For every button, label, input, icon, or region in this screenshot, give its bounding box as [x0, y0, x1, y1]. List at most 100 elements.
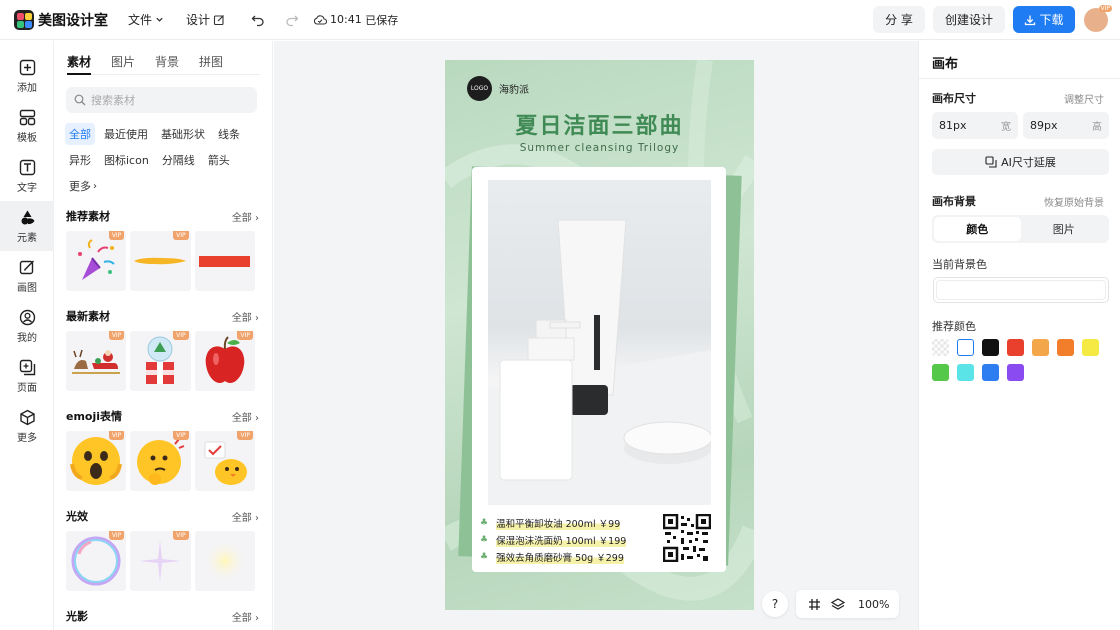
width-field[interactable]: 81px 宽 — [932, 112, 1018, 139]
see-all-link[interactable]: 全部 › — [232, 509, 259, 524]
search-icon — [74, 94, 86, 106]
app-logo[interactable]: 美图设计室 — [14, 9, 108, 30]
color-swatch[interactable] — [957, 364, 974, 381]
nav-elements[interactable]: 元素 — [0, 201, 54, 251]
canvas-tools: ? 100% — [762, 590, 900, 618]
chip-lines[interactable]: 线条 — [214, 123, 244, 145]
color-swatch[interactable] — [982, 364, 999, 381]
see-all-label: 全部 — [231, 612, 252, 624]
tab-collage[interactable]: 拼图 — [199, 53, 223, 75]
category-chips: 全部 最近使用 基础形状 线条 异形 图标icon 分隔线 箭头 更多 › — [65, 123, 265, 201]
seg-color[interactable]: 颜色 — [934, 217, 1021, 241]
tab-assets[interactable]: 素材 — [67, 53, 92, 75]
chip-dividers[interactable]: 分隔线 — [158, 149, 199, 171]
see-all-link[interactable]: 全部 › — [232, 309, 259, 324]
section-light-effects: 光效 全部 › VIP VIP — [66, 507, 259, 591]
file-menu[interactable]: 文件 — [128, 11, 164, 28]
design-menu[interactable]: 设计 — [186, 11, 225, 28]
edit-icon — [213, 14, 224, 25]
text-icon — [19, 159, 35, 175]
search-input[interactable]: 搜索素材 — [66, 87, 257, 113]
section-title: 最新素材 — [66, 310, 110, 323]
undo-button[interactable] — [251, 13, 265, 27]
color-swatch[interactable] — [1007, 339, 1024, 356]
resize-link[interactable]: 调整尺寸 — [1064, 91, 1104, 106]
grid-toggle[interactable] — [802, 598, 826, 611]
asset-bubble[interactable]: VIP — [66, 531, 127, 591]
layers-button[interactable] — [826, 597, 850, 611]
chip-basic-shapes[interactable]: 基础形状 — [157, 123, 209, 145]
asset-apple[interactable]: VIP — [194, 331, 255, 391]
color-swatch[interactable] — [982, 339, 999, 356]
chip-recent[interactable]: 最近使用 — [100, 123, 152, 145]
create-design-button[interactable]: 创建设计 — [933, 6, 1005, 33]
color-swatch[interactable] — [957, 339, 974, 356]
save-label: 已保存 — [365, 13, 399, 27]
nav-text[interactable]: 文字 — [0, 151, 54, 201]
redo-button[interactable] — [285, 13, 299, 27]
nav-template[interactable]: 模板 — [0, 101, 54, 151]
color-swatch[interactable] — [1057, 339, 1074, 356]
nav-more[interactable]: 更多 — [0, 401, 54, 451]
nav-draw[interactable]: 画图 — [0, 251, 54, 301]
chip-more[interactable]: 更多 › — [65, 175, 101, 197]
ai-resize-button[interactable]: AI尺寸延展 — [932, 149, 1109, 175]
asset-thinking-emoji[interactable]: VIP — [130, 431, 191, 491]
asset-shocked-emoji[interactable]: VIP — [66, 431, 127, 491]
asset-snow-globe[interactable]: VIP — [130, 331, 191, 391]
asset-chick-emoji[interactable]: VIP — [194, 431, 255, 491]
create-design-label: 创建设计 — [944, 13, 993, 27]
thinking-emoji-icon — [137, 438, 185, 485]
chip-irregular[interactable]: 异形 — [65, 149, 95, 171]
asset-confetti[interactable]: VIP — [66, 231, 127, 291]
height-field[interactable]: 89px 高 — [1023, 112, 1109, 139]
nav-elements-label: 元素 — [17, 232, 37, 244]
shapes-icon — [21, 210, 34, 224]
shocked-emoji-icon — [70, 437, 123, 485]
section-title: 推荐素材 — [66, 210, 110, 223]
asset-yellow-brush[interactable]: VIP — [130, 231, 191, 291]
undo-icon — [251, 15, 264, 26]
see-all-link[interactable]: 全部 › — [232, 209, 259, 224]
zoom-level[interactable]: 100% — [858, 598, 889, 611]
download-button[interactable]: 下载 — [1013, 6, 1075, 33]
poster-logo: LOGO — [467, 76, 492, 101]
bubble-icon — [71, 536, 121, 586]
product-photo — [488, 180, 713, 505]
color-swatch[interactable] — [1082, 339, 1099, 356]
help-button[interactable]: ? — [762, 591, 788, 617]
color-swatch[interactable] — [932, 339, 949, 356]
help-label: ? — [771, 597, 779, 611]
poster-subtitle: Summer cleansing Trilogy — [519, 142, 680, 154]
color-swatch[interactable] — [1007, 364, 1024, 381]
see-all-link[interactable]: 全部 › — [232, 609, 259, 624]
asset-panel: 素材 图片 背景 拼图 搜索素材 全部 最近使用 基础形状 线条 异形 图标ic… — [55, 41, 273, 630]
poster-canvas[interactable]: LOGO 海豹派 夏日洁面三部曲 Summer cleansing Trilog… — [445, 60, 754, 610]
glow-icon — [202, 539, 247, 583]
nav-add-label: 添加 — [17, 82, 37, 94]
current-bg-color-field[interactable] — [933, 277, 1109, 303]
chip-all[interactable]: 全部 — [65, 123, 95, 145]
tab-backgrounds[interactable]: 背景 — [155, 53, 179, 75]
restore-bg-link[interactable]: 恢复原始背景 — [1044, 194, 1104, 209]
see-all-link[interactable]: 全部 › — [232, 409, 259, 424]
avatar[interactable] — [1084, 4, 1112, 32]
chip-arrows[interactable]: 箭头 — [204, 149, 234, 171]
nav-mine[interactable]: 我的 — [0, 301, 54, 351]
nav-add[interactable]: 添加 — [0, 51, 54, 101]
color-swatch[interactable] — [1032, 339, 1049, 356]
color-swatch[interactable] — [932, 364, 949, 381]
asset-glow[interactable] — [194, 531, 255, 591]
chip-more-label: 更多 — [69, 180, 91, 193]
skincare-products-image — [488, 219, 713, 505]
seg-image[interactable]: 图片 — [1021, 217, 1108, 241]
share-button[interactable]: 分 享 — [873, 6, 925, 33]
apple-icon — [205, 336, 245, 384]
nav-page[interactable]: 页面 — [0, 351, 54, 401]
asset-red-bar[interactable] — [194, 231, 255, 291]
price-item: ♣ 温和平衡卸妆油 200ml ￥99 — [480, 514, 626, 531]
chip-icons[interactable]: 图标icon — [100, 149, 153, 171]
tab-images[interactable]: 图片 — [111, 53, 135, 75]
asset-sparkle[interactable]: VIP — [130, 531, 191, 591]
asset-sleigh[interactable]: VIP — [66, 331, 127, 391]
